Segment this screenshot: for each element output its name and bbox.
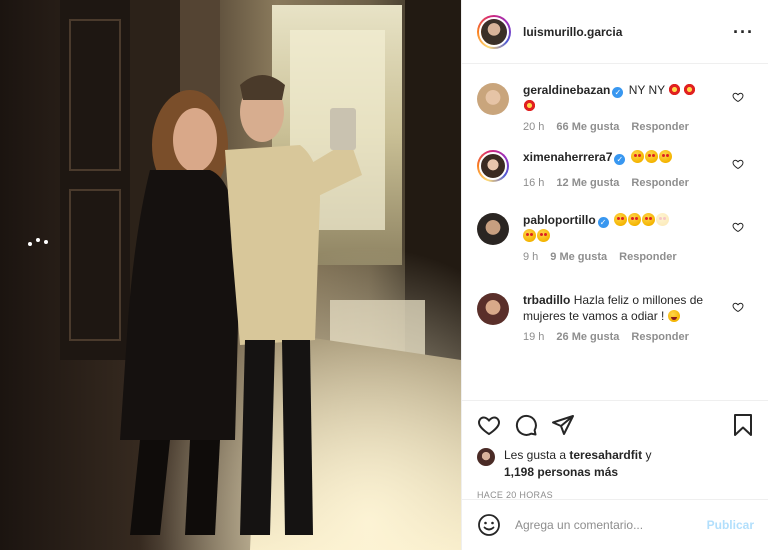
- post-photo[interactable]: [0, 0, 461, 550]
- comment-likes[interactable]: 26 Me gusta: [556, 331, 619, 343]
- comment-likes[interactable]: 9 Me gusta: [550, 251, 607, 263]
- comment-like-heart-icon[interactable]: [732, 301, 744, 313]
- star-struck-emoji-icon: [630, 150, 644, 163]
- liker-username[interactable]: teresahardfit: [569, 448, 642, 462]
- smiley-icon[interactable]: [477, 513, 501, 537]
- comment-like-heart-icon[interactable]: [732, 221, 744, 233]
- star-struck-emoji-icon: [614, 213, 627, 226]
- author-avatar[interactable]: [477, 14, 511, 49]
- comment-time[interactable]: 20 h: [523, 121, 544, 133]
- star-struck-emoji-icon: [644, 150, 658, 163]
- likes-prefix: Les gusta a: [504, 448, 567, 462]
- post-header: luismurillo.garcia ···: [462, 0, 768, 64]
- comment-time[interactable]: 9 h: [523, 251, 538, 263]
- collision-emoji-icon: [668, 83, 682, 96]
- reply-button[interactable]: Responder: [631, 331, 688, 343]
- comment-time[interactable]: 16 h: [523, 177, 544, 189]
- commenter-avatar[interactable]: [477, 213, 509, 245]
- star-struck-emoji-icon: [658, 150, 672, 163]
- comment-text: NY NY: [628, 83, 665, 97]
- hugging-emoji-icon: [667, 310, 680, 322]
- likes-count-link[interactable]: 1,198 personas más: [504, 465, 618, 479]
- comment-composer: Publicar: [462, 499, 768, 550]
- comment-likes[interactable]: 12 Me gusta: [556, 177, 619, 189]
- star-struck-emoji-icon: [523, 229, 536, 242]
- heart-icon[interactable]: [477, 413, 501, 437]
- author-username[interactable]: luismurillo.garcia: [523, 25, 733, 39]
- commenter-avatar[interactable]: [477, 293, 509, 325]
- star-struck-emoji-icon: [537, 229, 550, 242]
- post-side-panel: luismurillo.garcia ··· geraldinebazan ✓ N…: [461, 0, 768, 550]
- comment-list[interactable]: geraldinebazan ✓ NY NY 20 h 66 Me gusta R…: [462, 64, 768, 400]
- verified-badge-icon: ✓: [597, 217, 609, 228]
- comment-item: trbadillo Hazla feliz o millones de muje…: [477, 292, 754, 372]
- comment-item: geraldinebazan ✓ NY NY 20 h 66 Me gusta R…: [477, 82, 754, 149]
- collision-emoji-icon: [523, 99, 536, 112]
- reply-button[interactable]: Responder: [631, 177, 688, 189]
- comment-item: ximenaherrera7 ✓ 16 h 12 Me gusta Respond…: [477, 149, 754, 212]
- commenter-username[interactable]: ximenaherrera7: [523, 150, 612, 164]
- commenter-avatar[interactable]: [477, 150, 509, 182]
- comment-likes[interactable]: 66 Me gusta: [556, 121, 619, 133]
- paper-plane-icon[interactable]: [551, 413, 575, 437]
- comment-like-heart-icon[interactable]: [732, 91, 744, 103]
- commenter-username[interactable]: geraldinebazan: [523, 83, 610, 97]
- post-image: [0, 0, 461, 550]
- comment-time[interactable]: 19 h: [523, 331, 544, 343]
- star-struck-emoji-icon: [628, 213, 641, 226]
- post-actions: Les gusta a teresahardfit y 1,198 person…: [462, 400, 768, 550]
- instagram-post-view: luismurillo.garcia ··· geraldinebazan ✓ N…: [0, 0, 768, 550]
- bookmark-icon[interactable]: [732, 413, 754, 437]
- star-struck-emoji-icon: [642, 213, 655, 226]
- more-options-icon[interactable]: ···: [733, 23, 754, 41]
- liker-avatar[interactable]: [477, 448, 495, 466]
- verified-badge-icon: ✓: [614, 154, 626, 165]
- comment-input[interactable]: [515, 518, 707, 532]
- likes-conj: y: [645, 448, 652, 462]
- collision-emoji-icon: [683, 83, 697, 96]
- commenter-avatar[interactable]: [477, 83, 509, 115]
- reply-button[interactable]: Responder: [631, 121, 688, 133]
- publish-button[interactable]: Publicar: [707, 518, 754, 532]
- action-icon-row: [477, 409, 754, 441]
- commenter-username[interactable]: trbadillo: [523, 293, 570, 307]
- comment-like-heart-icon[interactable]: [732, 158, 744, 170]
- comment-item: pabloportillo ✓ 9 h 9 Me gusta Responder: [477, 212, 754, 292]
- verified-badge-icon: ✓: [612, 87, 624, 98]
- comment-icon[interactable]: [514, 413, 538, 437]
- commenter-username[interactable]: pabloportillo: [523, 213, 596, 227]
- likes-summary: Les gusta a teresahardfit y 1,198 person…: [477, 447, 754, 481]
- star-struck-emoji-icon: [656, 213, 669, 226]
- reply-button[interactable]: Responder: [619, 251, 676, 263]
